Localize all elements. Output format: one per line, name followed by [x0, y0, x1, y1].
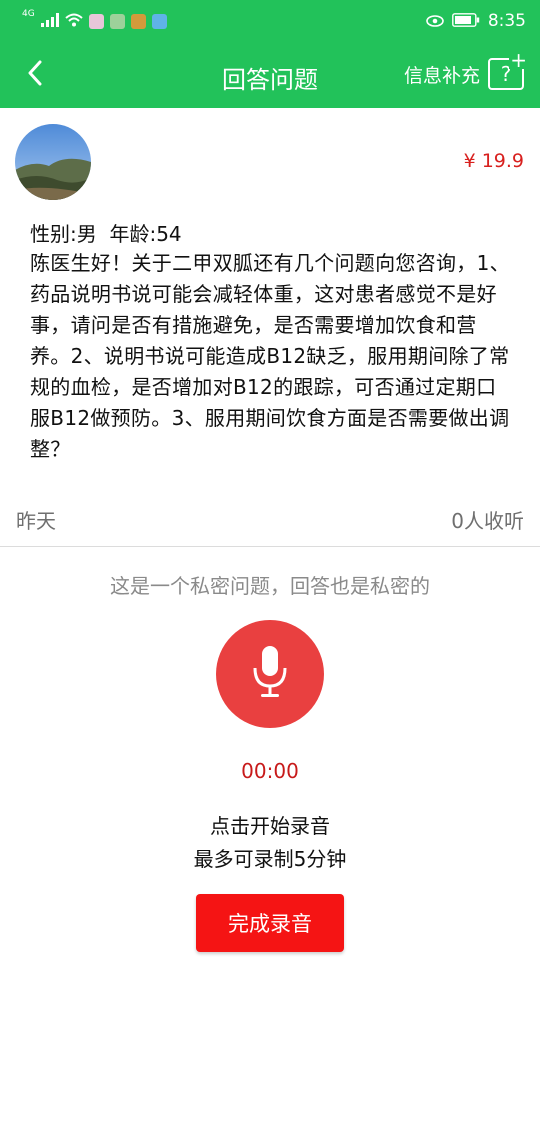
navigation-bar: 回答问题 信息补充 ? +: [0, 42, 540, 108]
record-hint-limit: 最多可录制5分钟: [193, 847, 347, 871]
question-text: 陈医生好！关于二甲双胍还有几个问题向您咨询，1、药品说明书说可能会减轻体重，这对…: [30, 251, 510, 461]
network-type-label: 4G: [22, 9, 35, 19]
info-supplement-button[interactable]: 信息补充 ? +: [403, 50, 528, 90]
screen: 4G 8:35 回答问题 信息补充 ? + ¥ 19.9 性别:男 年龄:54 …: [0, 0, 540, 1122]
signal-icon: [40, 12, 59, 31]
recording-timer: 00:00: [241, 759, 299, 783]
app-notification-icon: [130, 13, 146, 29]
wifi-icon: [65, 12, 83, 31]
finish-recording-button[interactable]: 完成录音: [196, 894, 344, 952]
status-left: 4G: [22, 10, 167, 32]
info-supplement-label: 信息补充: [403, 64, 480, 87]
question-time: 昨天: [16, 509, 56, 533]
record-hint-start: 点击开始录音: [210, 814, 330, 838]
eye-icon: [426, 12, 444, 31]
status-bar: 4G 8:35: [0, 0, 540, 42]
private-question-note: 这是一个私密问题，回答也是私密的: [110, 574, 430, 598]
listener-count: 0人收听: [451, 509, 524, 533]
status-time: 8:35: [487, 11, 526, 31]
app-notification-icon: [151, 13, 167, 29]
microphone-icon: [250, 644, 290, 704]
question-price: ¥ 19.9: [463, 150, 524, 172]
divider: [0, 546, 540, 547]
avatar: [15, 124, 91, 200]
app-notification-icon: [109, 13, 125, 29]
battery-icon: [451, 12, 480, 31]
plus-glyph: +: [509, 48, 528, 72]
app-notification-icon: [88, 13, 104, 29]
add-question-icon: ? +: [488, 50, 528, 90]
record-button[interactable]: [216, 620, 324, 728]
patient-profile: 性别:男 年龄:54: [30, 222, 182, 246]
status-right: 8:35: [426, 10, 526, 32]
